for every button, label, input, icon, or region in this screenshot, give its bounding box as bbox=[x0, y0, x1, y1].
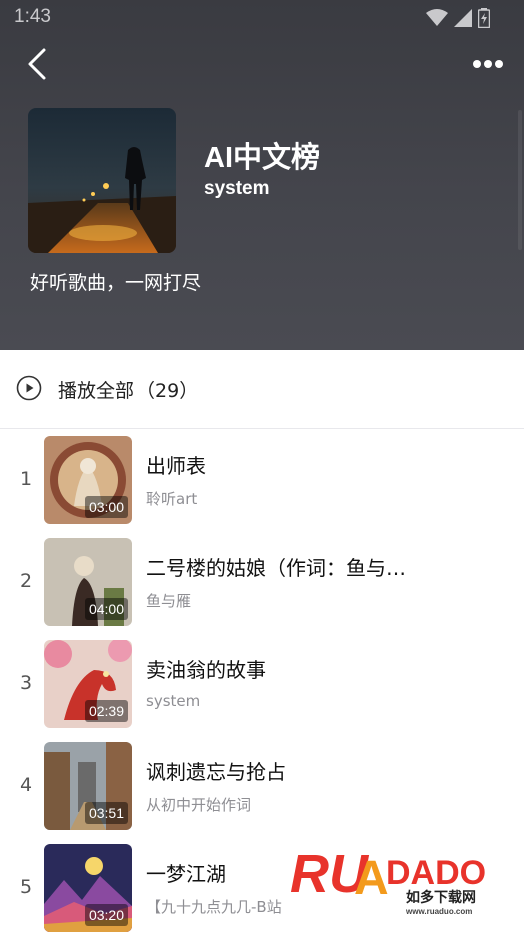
song-thumbnail: 03:51 bbox=[44, 742, 132, 830]
back-button[interactable] bbox=[20, 44, 56, 84]
song-index: 3 bbox=[19, 672, 33, 694]
song-artist: 聆听art bbox=[146, 490, 198, 508]
song-item[interactable]: 2 04:00 二号楼的姑娘（作词：鱼与… 鱼与雁 bbox=[0, 538, 524, 640]
play-all-button[interactable]: 播放全部 （29） bbox=[0, 350, 524, 428]
song-artist: 【九十九点九几-B站 bbox=[146, 898, 282, 916]
wifi-icon bbox=[426, 9, 448, 26]
song-duration: 02:39 bbox=[84, 700, 128, 722]
song-duration: 03:00 bbox=[84, 496, 128, 518]
svg-text:A: A bbox=[354, 852, 389, 905]
play-circle-icon bbox=[16, 375, 42, 401]
song-item[interactable]: 4 03:51 讽刺遗忘与抢占 从初中开始作词 bbox=[0, 742, 524, 844]
playlist-description: 好听歌曲，一网打尽 bbox=[30, 272, 202, 294]
status-bar: 1:43 bbox=[0, 0, 524, 36]
playlist-title: AI中文榜 bbox=[204, 142, 321, 174]
watermark-site-name: 如多下载网 bbox=[406, 889, 476, 905]
song-artist: system bbox=[146, 692, 201, 710]
song-title: 卖油翁的故事 bbox=[146, 658, 266, 682]
more-button[interactable] bbox=[470, 50, 506, 78]
song-thumbnail: 03:00 bbox=[44, 436, 132, 524]
song-item[interactable]: 1 03:00 出师表 聆听art bbox=[0, 436, 524, 538]
play-all-label: 播放全部 bbox=[58, 380, 135, 402]
song-count: （29） bbox=[136, 380, 199, 402]
song-index: 1 bbox=[19, 468, 33, 490]
song-index: 4 bbox=[19, 774, 33, 796]
signal-icon bbox=[454, 9, 472, 27]
song-duration: 03:51 bbox=[84, 802, 128, 824]
song-duration: 04:00 bbox=[84, 598, 128, 620]
chevron-left-icon bbox=[28, 48, 46, 80]
song-thumbnail: 03:20 bbox=[44, 844, 132, 932]
song-title: 出师表 bbox=[146, 454, 206, 478]
song-title: 一梦江湖 bbox=[146, 862, 226, 886]
playlist-author[interactable]: system bbox=[204, 178, 270, 200]
song-title: 二号楼的姑娘（作词：鱼与… bbox=[146, 556, 406, 580]
svg-text:DADO: DADO bbox=[386, 854, 486, 892]
song-artist: 鱼与雁 bbox=[146, 592, 192, 610]
more-horizontal-icon bbox=[473, 60, 503, 68]
battery-icon bbox=[478, 8, 490, 28]
song-thumbnail: 04:00 bbox=[44, 538, 132, 626]
song-index: 5 bbox=[19, 876, 33, 898]
song-title: 讽刺遗忘与抢占 bbox=[146, 760, 286, 784]
song-item[interactable]: 3 02:39 卖油翁的故事 system bbox=[0, 640, 524, 742]
song-artist: 从初中开始作词 bbox=[146, 796, 252, 814]
watermark-logo: RU A DADO 如多下载网 www.ruaduo.com bbox=[290, 838, 512, 918]
song-duration: 03:20 bbox=[84, 904, 128, 926]
song-index: 2 bbox=[19, 570, 33, 592]
status-time: 1:43 bbox=[14, 6, 51, 27]
playlist-cover bbox=[28, 108, 176, 253]
watermark-url: www.ruaduo.com bbox=[405, 907, 472, 916]
scrollbar[interactable] bbox=[518, 110, 522, 250]
playlist-header: 1:43 AI中文榜 system 好听歌曲，一网打尽 bbox=[0, 0, 524, 350]
divider bbox=[0, 428, 524, 429]
song-thumbnail: 02:39 bbox=[44, 640, 132, 728]
